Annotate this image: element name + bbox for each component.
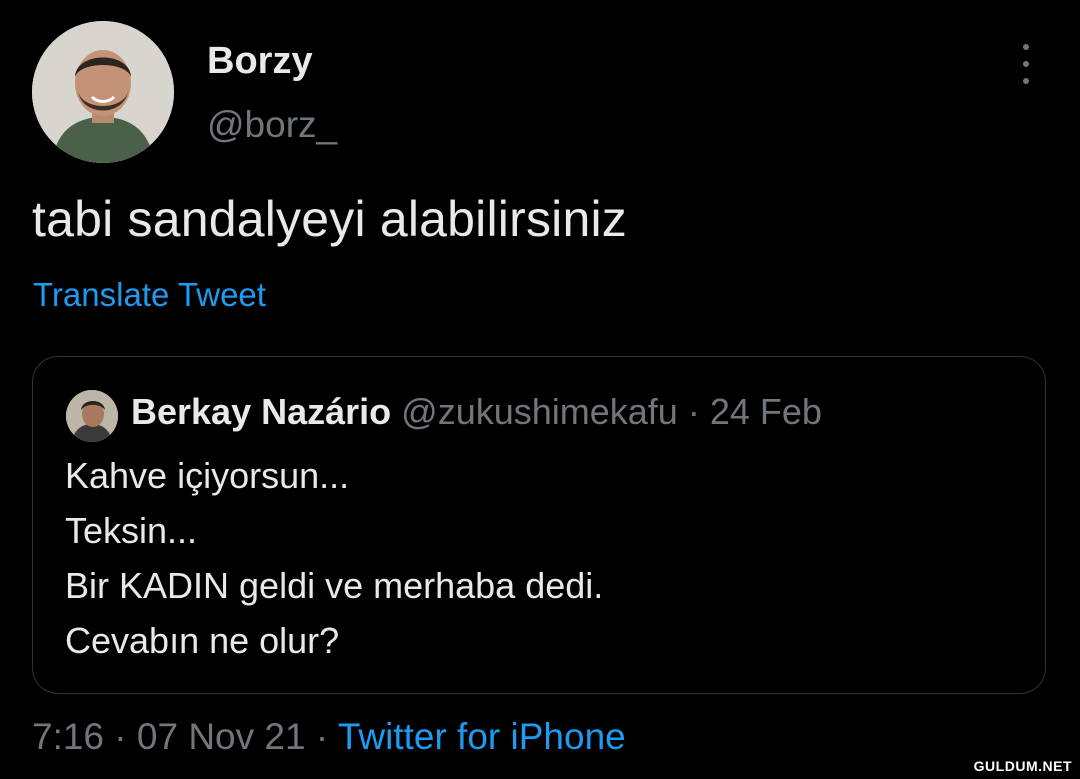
quoted-text-line: Bir KADIN geldi ve merhaba dedi.	[65, 565, 604, 606]
author-name[interactable]: Borzy	[207, 40, 313, 83]
quoted-author-name: Berkay Nazário	[131, 391, 392, 432]
author-handle[interactable]: @borz_	[207, 104, 337, 146]
tweet-time: 7:16	[32, 716, 105, 757]
more-options-button[interactable]	[1010, 44, 1042, 84]
quoted-author-handle: @zukushimekafu	[401, 391, 678, 432]
quoted-date: 24 Feb	[709, 391, 822, 432]
quoted-text-line: Kahve içiyorsun...	[65, 455, 350, 496]
quoted-separator: ·	[687, 391, 700, 432]
quoted-tweet-card[interactable]: Berkay Nazário @zukushimekafu · 24 Feb K…	[32, 356, 1046, 694]
avatar-photo-icon	[32, 21, 174, 163]
more-vertical-icon	[1023, 44, 1029, 50]
meta-separator: ·	[315, 716, 329, 757]
quoted-text-line: Teksin...	[65, 510, 198, 551]
quoted-tweet-header: Berkay Nazário @zukushimekafu · 24 Feb	[131, 391, 822, 433]
tweet-date: 07 Nov 21	[136, 716, 306, 757]
avatar-photo-icon	[66, 390, 118, 442]
quoted-text-line: Cevabın ne olur?	[65, 620, 340, 661]
quoted-author-avatar	[66, 390, 118, 442]
tweet-text: tabi sandalyeyi alabilirsiniz	[32, 191, 627, 247]
tweet-meta: 7:16 · 07 Nov 21 · Twitter for iPhone	[32, 716, 626, 758]
tweet-source-link[interactable]: Twitter for iPhone	[338, 716, 626, 757]
translate-tweet-link[interactable]: Translate Tweet	[33, 276, 266, 314]
author-avatar[interactable]	[32, 21, 174, 163]
meta-separator: ·	[114, 716, 127, 757]
watermark: GULDUM.NET	[973, 758, 1072, 774]
